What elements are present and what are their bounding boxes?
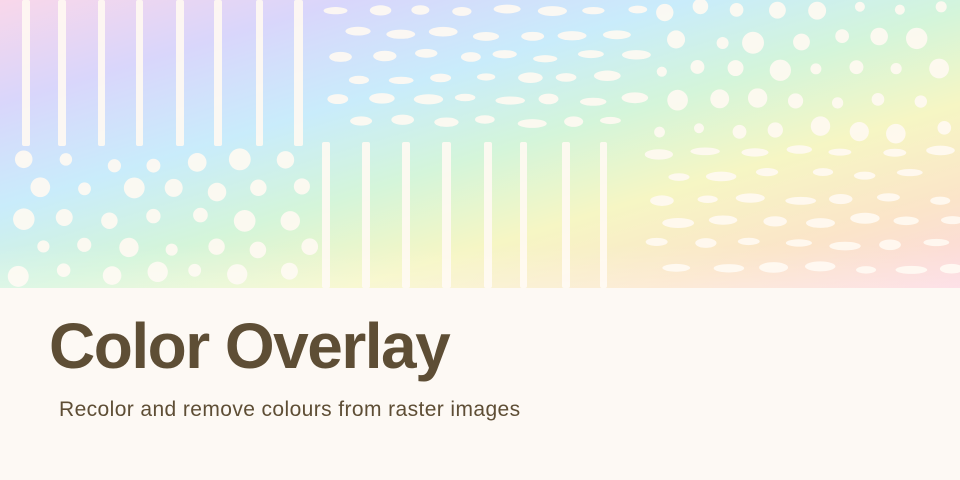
caption-panel: Color Overlay Recolor and remove colours… (0, 288, 960, 480)
page-subtitle: Recolor and remove colours from raster i… (59, 398, 521, 421)
rainbow-pattern-artwork (0, 0, 960, 288)
banner: Color Overlay Recolor and remove colours… (0, 0, 960, 480)
page-title: Color Overlay (49, 310, 451, 382)
